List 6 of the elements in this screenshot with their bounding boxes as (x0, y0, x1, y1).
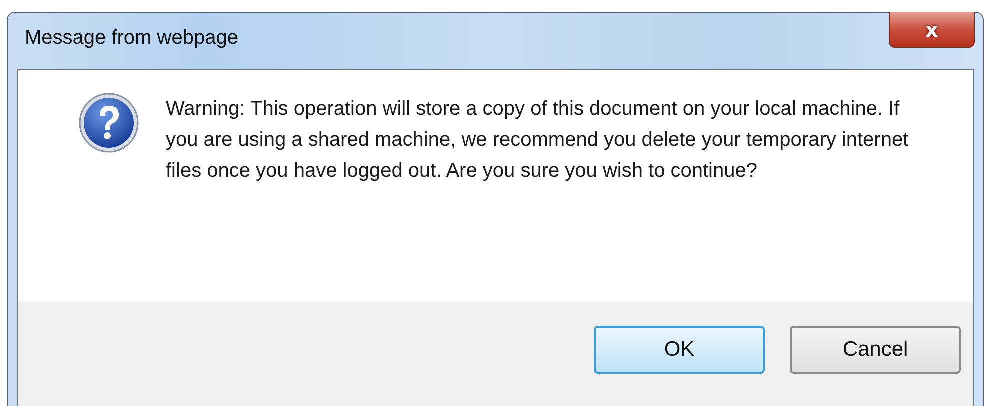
close-button[interactable]: x (889, 12, 975, 48)
window-title: Message from webpage (25, 27, 240, 50)
warning-message: Warning: This operation will store a copy of this document on your local machine. If you are using a shared machine, we recommend you delete your temporary internet files once you have logged out. Are you sure you wish to continue? (166, 97, 910, 184)
default-button[interactable]: OK (594, 326, 765, 374)
dialog-button[interactable]: Cancel (790, 326, 961, 374)
question-icon (78, 92, 140, 154)
